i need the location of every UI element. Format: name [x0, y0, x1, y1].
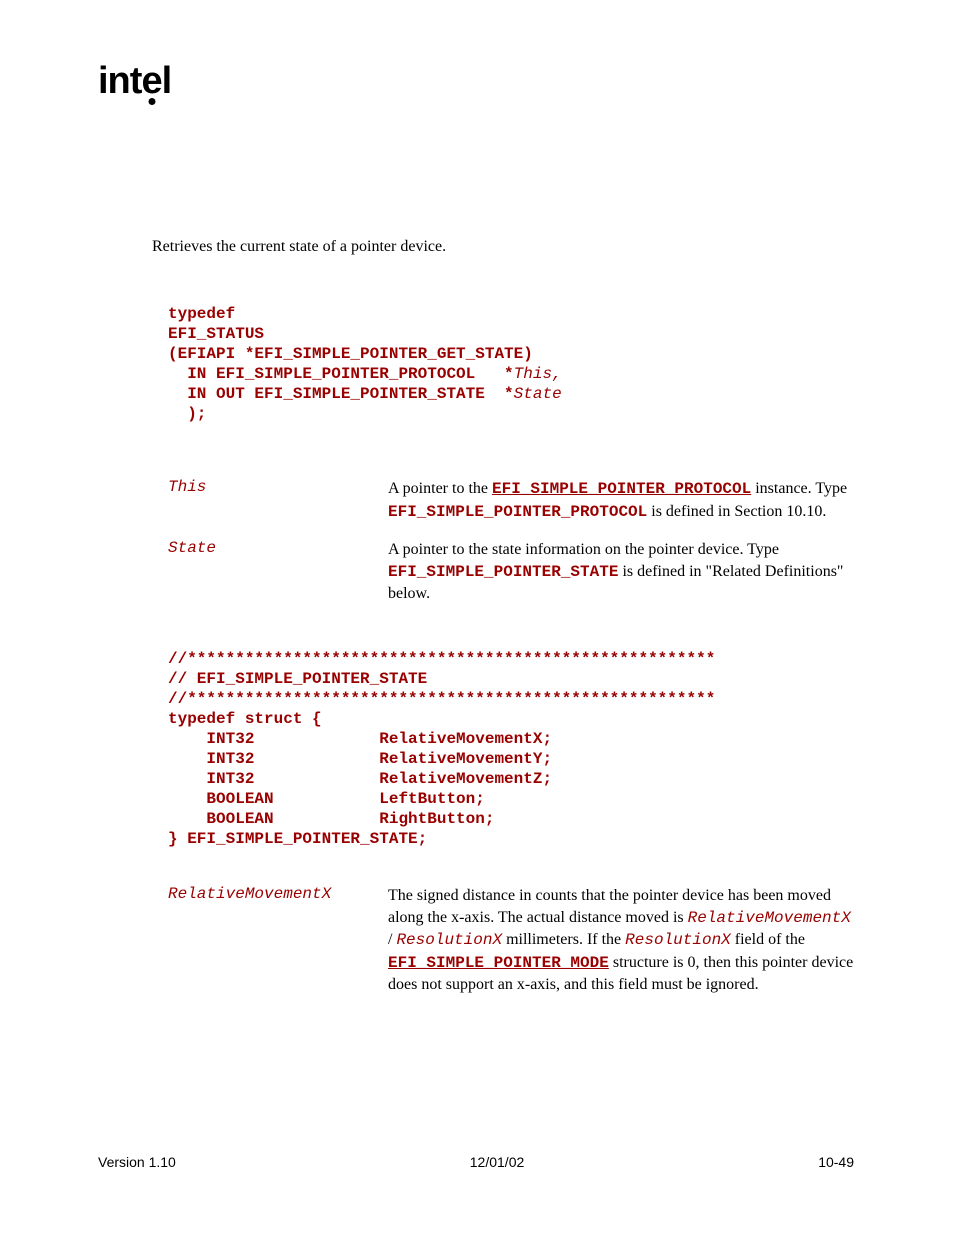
field-desc: The signed distance in counts that the p… [388, 885, 854, 996]
param-state: State A pointer to the state information… [152, 539, 854, 605]
struct-code: //**************************************… [168, 649, 854, 849]
field-relx: RelativeMovementX The signed distance in… [152, 885, 854, 996]
param-name: State [168, 539, 388, 605]
footer-version: Version 1.10 [98, 1154, 176, 1170]
prototype-code: typedef EFI_STATUS (EFIAPI *EFI_SIMPLE_P… [168, 304, 854, 424]
summary-text: Retrieves the current state of a pointer… [152, 238, 854, 256]
intel-logo: intel [98, 60, 171, 103]
struct-fields: RelativeMovementX The signed distance in… [152, 885, 854, 996]
param-name: This [168, 478, 388, 523]
field-name: RelativeMovementX [168, 885, 388, 996]
parameters-section: This A pointer to the EFI_SIMPLE_POINTER… [152, 478, 854, 605]
page-content: Retrieves the current state of a pointer… [152, 238, 854, 1040]
page-footer: Version 1.10 12/01/02 10-49 [98, 1154, 854, 1170]
footer-date: 12/01/02 [470, 1154, 525, 1170]
param-desc: A pointer to the state information on th… [388, 539, 854, 605]
param-desc: A pointer to the EFI_SIMPLE_POINTER_PROT… [388, 478, 854, 523]
footer-page: 10-49 [818, 1154, 854, 1170]
param-this: This A pointer to the EFI_SIMPLE_POINTER… [152, 478, 854, 523]
